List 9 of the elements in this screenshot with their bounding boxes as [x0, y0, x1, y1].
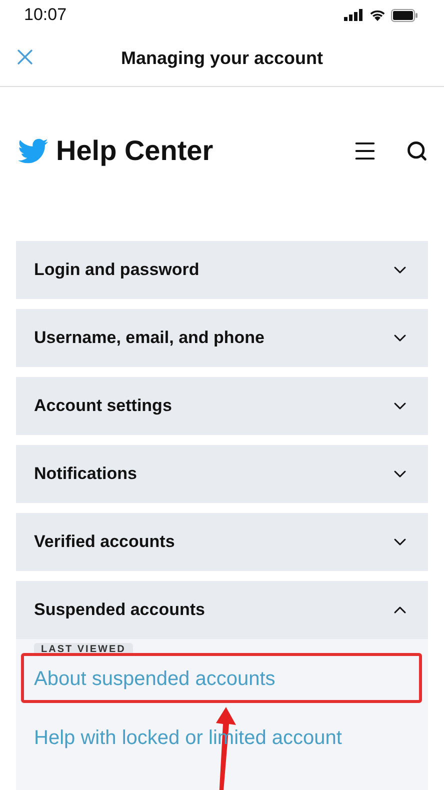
status-time: 10:07	[24, 5, 67, 25]
accordion-header[interactable]: Suspended accounts	[16, 581, 428, 639]
accordion-header[interactable]: Notifications	[16, 445, 428, 503]
nav-title: Managing your account	[120, 48, 324, 68]
help-center-title: Help Center	[56, 135, 214, 167]
accordion-header[interactable]: Verified accounts	[16, 513, 428, 571]
accordion-header[interactable]: Username, email, and phone	[16, 309, 428, 367]
accordion-header[interactable]: Login and password	[16, 241, 428, 299]
accordion-header[interactable]: Account settings	[16, 377, 428, 435]
